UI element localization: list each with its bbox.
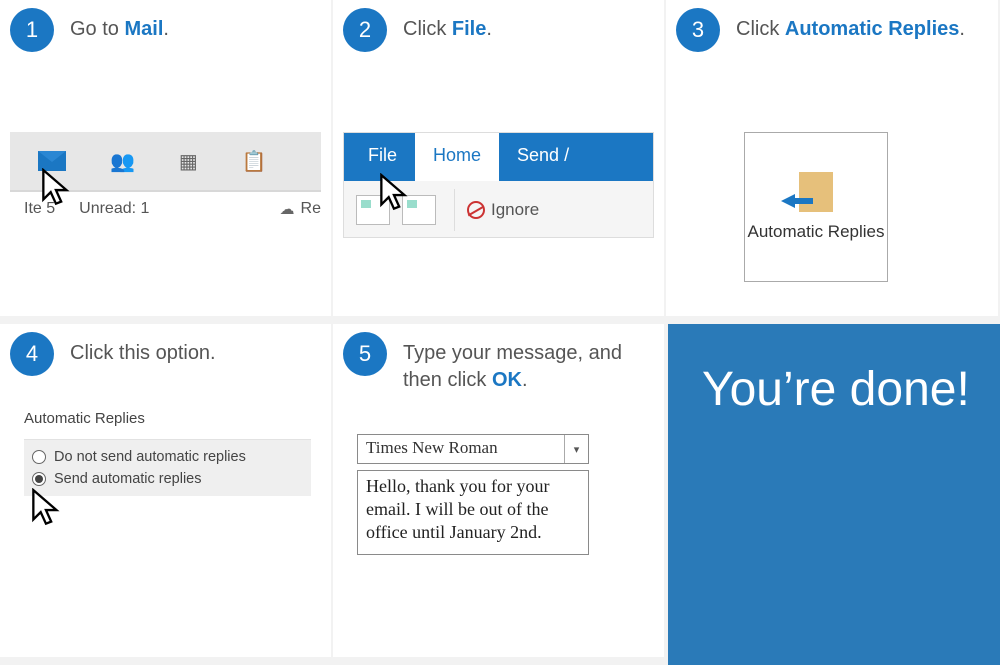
calendar-icon[interactable]: ▦ — [179, 149, 198, 174]
step-2-post: . — [486, 18, 492, 40]
step-1-card: 1 Go to Mail. 👥 ▦ 📋 Ite 5 Unread: 1 ☁ Re — [0, 0, 331, 316]
radio-icon-selected — [32, 472, 46, 486]
radio-do-not-send-label: Do not send automatic replies — [54, 449, 246, 465]
step-badge-3: 3 — [676, 8, 720, 52]
ignore-icon — [467, 201, 485, 219]
message-textarea[interactable]: Hello, thank you for your email. I will … — [357, 470, 589, 555]
font-select[interactable]: Times New Roman ▾ — [357, 434, 589, 464]
step-badge-1: 1 — [10, 8, 54, 52]
step-1-post: . — [163, 18, 169, 40]
dialog-title: Automatic Replies — [24, 410, 311, 427]
ignore-label: Ignore — [491, 200, 539, 220]
radio-send-label: Send automatic replies — [54, 471, 202, 487]
radio-group: Do not send automatic replies Send autom… — [24, 439, 311, 496]
chevron-down-icon[interactable]: ▾ — [564, 435, 588, 463]
ignore-button[interactable]: Ignore — [467, 200, 539, 220]
ribbon-tabs: File Home Send / — [344, 133, 653, 181]
new-email-button[interactable] — [356, 195, 390, 225]
radio-do-not-send[interactable]: Do not send automatic replies — [32, 446, 303, 468]
step-2-screenshot: File Home Send / Ignore — [343, 132, 654, 238]
status-unread: Unread: 1 — [79, 200, 149, 218]
font-name: Times New Roman — [358, 435, 564, 463]
step-badge-2: 2 — [343, 8, 387, 52]
step-2-keyword: File — [452, 18, 486, 40]
status-items: Ite 5 — [24, 200, 55, 218]
step-3-instruction: Click Automatic Replies. — [736, 8, 965, 43]
outlook-nav-icons: 👥 ▦ 📋 — [10, 132, 321, 190]
tab-home[interactable]: Home — [415, 133, 499, 181]
new-items-button[interactable] — [402, 195, 436, 225]
tab-file[interactable]: File — [344, 133, 415, 181]
step-4-screenshot: Automatic Replies Do not send automatic … — [24, 410, 311, 496]
step-5-post: . — [522, 369, 528, 391]
automatic-replies-button[interactable]: Automatic Replies — [744, 132, 888, 282]
step-2-card: 2 Click File. File Home Send / Ignore — [333, 0, 664, 316]
tasks-icon[interactable]: 📋 — [242, 149, 267, 174]
step-3-card: 3 Click Automatic Replies. Automatic Rep… — [666, 0, 998, 316]
tab-send-receive[interactable]: Send / — [499, 133, 587, 181]
step-3-pre: Click — [736, 18, 785, 40]
step-5-screenshot: Times New Roman ▾ Hello, thank you for y… — [357, 434, 614, 555]
bell-icon: ☁ — [280, 200, 295, 218]
ribbon-separator — [454, 189, 455, 231]
step-5-keyword: OK — [492, 369, 522, 391]
step-1-screenshot: 👥 ▦ 📋 Ite 5 Unread: 1 ☁ Re — [10, 132, 321, 232]
step-1-pre: Go to — [70, 18, 124, 40]
step-2-instruction: Click File. — [403, 8, 492, 43]
done-text: You’re done! — [702, 362, 970, 419]
ribbon-body: Ignore — [344, 181, 653, 238]
step-3-post: . — [959, 18, 965, 40]
step-5-card: 5 Type your message, and then click OK. … — [333, 324, 664, 657]
step-3-keyword: Automatic Replies — [785, 18, 959, 40]
radio-send[interactable]: Send automatic replies — [32, 468, 303, 490]
step-4-card: 4 Click this option. Automatic Replies D… — [0, 324, 331, 657]
people-icon[interactable]: 👥 — [110, 149, 135, 174]
step-badge-4: 4 — [10, 332, 54, 376]
done-card: You’re done! — [668, 324, 1000, 665]
step-5-instruction: Type your message, and then click OK. — [403, 332, 654, 394]
status-bar: Ite 5 Unread: 1 ☁ Re — [10, 190, 321, 226]
step-1-instruction: Go to Mail. — [70, 8, 169, 43]
radio-icon — [32, 450, 46, 464]
status-re: Re — [301, 200, 321, 218]
step-1-keyword: Mail — [124, 18, 163, 40]
automatic-replies-icon — [799, 172, 833, 212]
step-badge-5: 5 — [343, 332, 387, 376]
step-4-instruction: Click this option. — [70, 332, 216, 367]
automatic-replies-label: Automatic Replies — [747, 222, 884, 242]
mail-icon[interactable] — [38, 151, 66, 171]
step-2-pre: Click — [403, 18, 452, 40]
